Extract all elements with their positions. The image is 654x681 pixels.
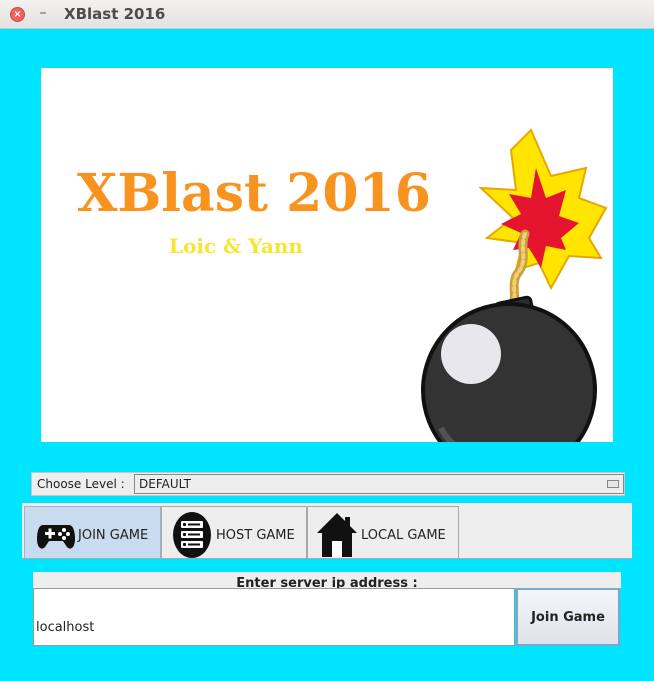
dropdown-arrow-icon[interactable] <box>607 480 619 488</box>
bomb-icon <box>421 128 608 442</box>
level-selected-value: DEFAULT <box>139 477 191 491</box>
level-select[interactable]: DEFAULT <box>134 474 624 494</box>
join-game-panel: Enter server ip address : Join Game <box>22 558 632 658</box>
window-title: XBlast 2016 <box>64 5 166 23</box>
window-bottom <box>0 658 654 681</box>
tab-local-game-label: LOCAL GAME <box>361 528 446 543</box>
banner-subtitle: Loic & Yann <box>169 234 303 258</box>
close-button[interactable]: × <box>10 7 25 22</box>
tab-host-game-label: HOST GAME <box>216 528 295 543</box>
banner-title: XBlast 2016 <box>77 163 431 224</box>
gamepad-icon <box>37 525 75 549</box>
join-game-button[interactable]: Join Game <box>516 588 620 646</box>
ip-prompt-row: Enter server ip address : <box>33 572 621 591</box>
level-panel: Choose Level : DEFAULT <box>22 463 632 503</box>
tab-host-game[interactable]: HOST GAME <box>161 506 307 561</box>
server-ip-input[interactable] <box>33 588 515 646</box>
banner-image: XBlast 2016 Loic & Yann <box>41 68 613 442</box>
minimize-button[interactable]: – <box>35 3 51 23</box>
house-icon <box>317 513 357 557</box>
title-bar: × – XBlast 2016 <box>0 0 654 29</box>
tab-join-game[interactable]: JOIN GAME <box>24 506 161 561</box>
tab-local-game[interactable]: LOCAL GAME <box>307 506 459 561</box>
server-icon <box>173 512 211 558</box>
level-label: Choose Level : <box>37 477 125 491</box>
level-row: Choose Level : DEFAULT <box>31 472 625 496</box>
tab-join-game-label: JOIN GAME <box>78 528 149 543</box>
mode-tabs: JOIN GAME HOST GAME LOCAL GAME <box>22 503 632 561</box>
